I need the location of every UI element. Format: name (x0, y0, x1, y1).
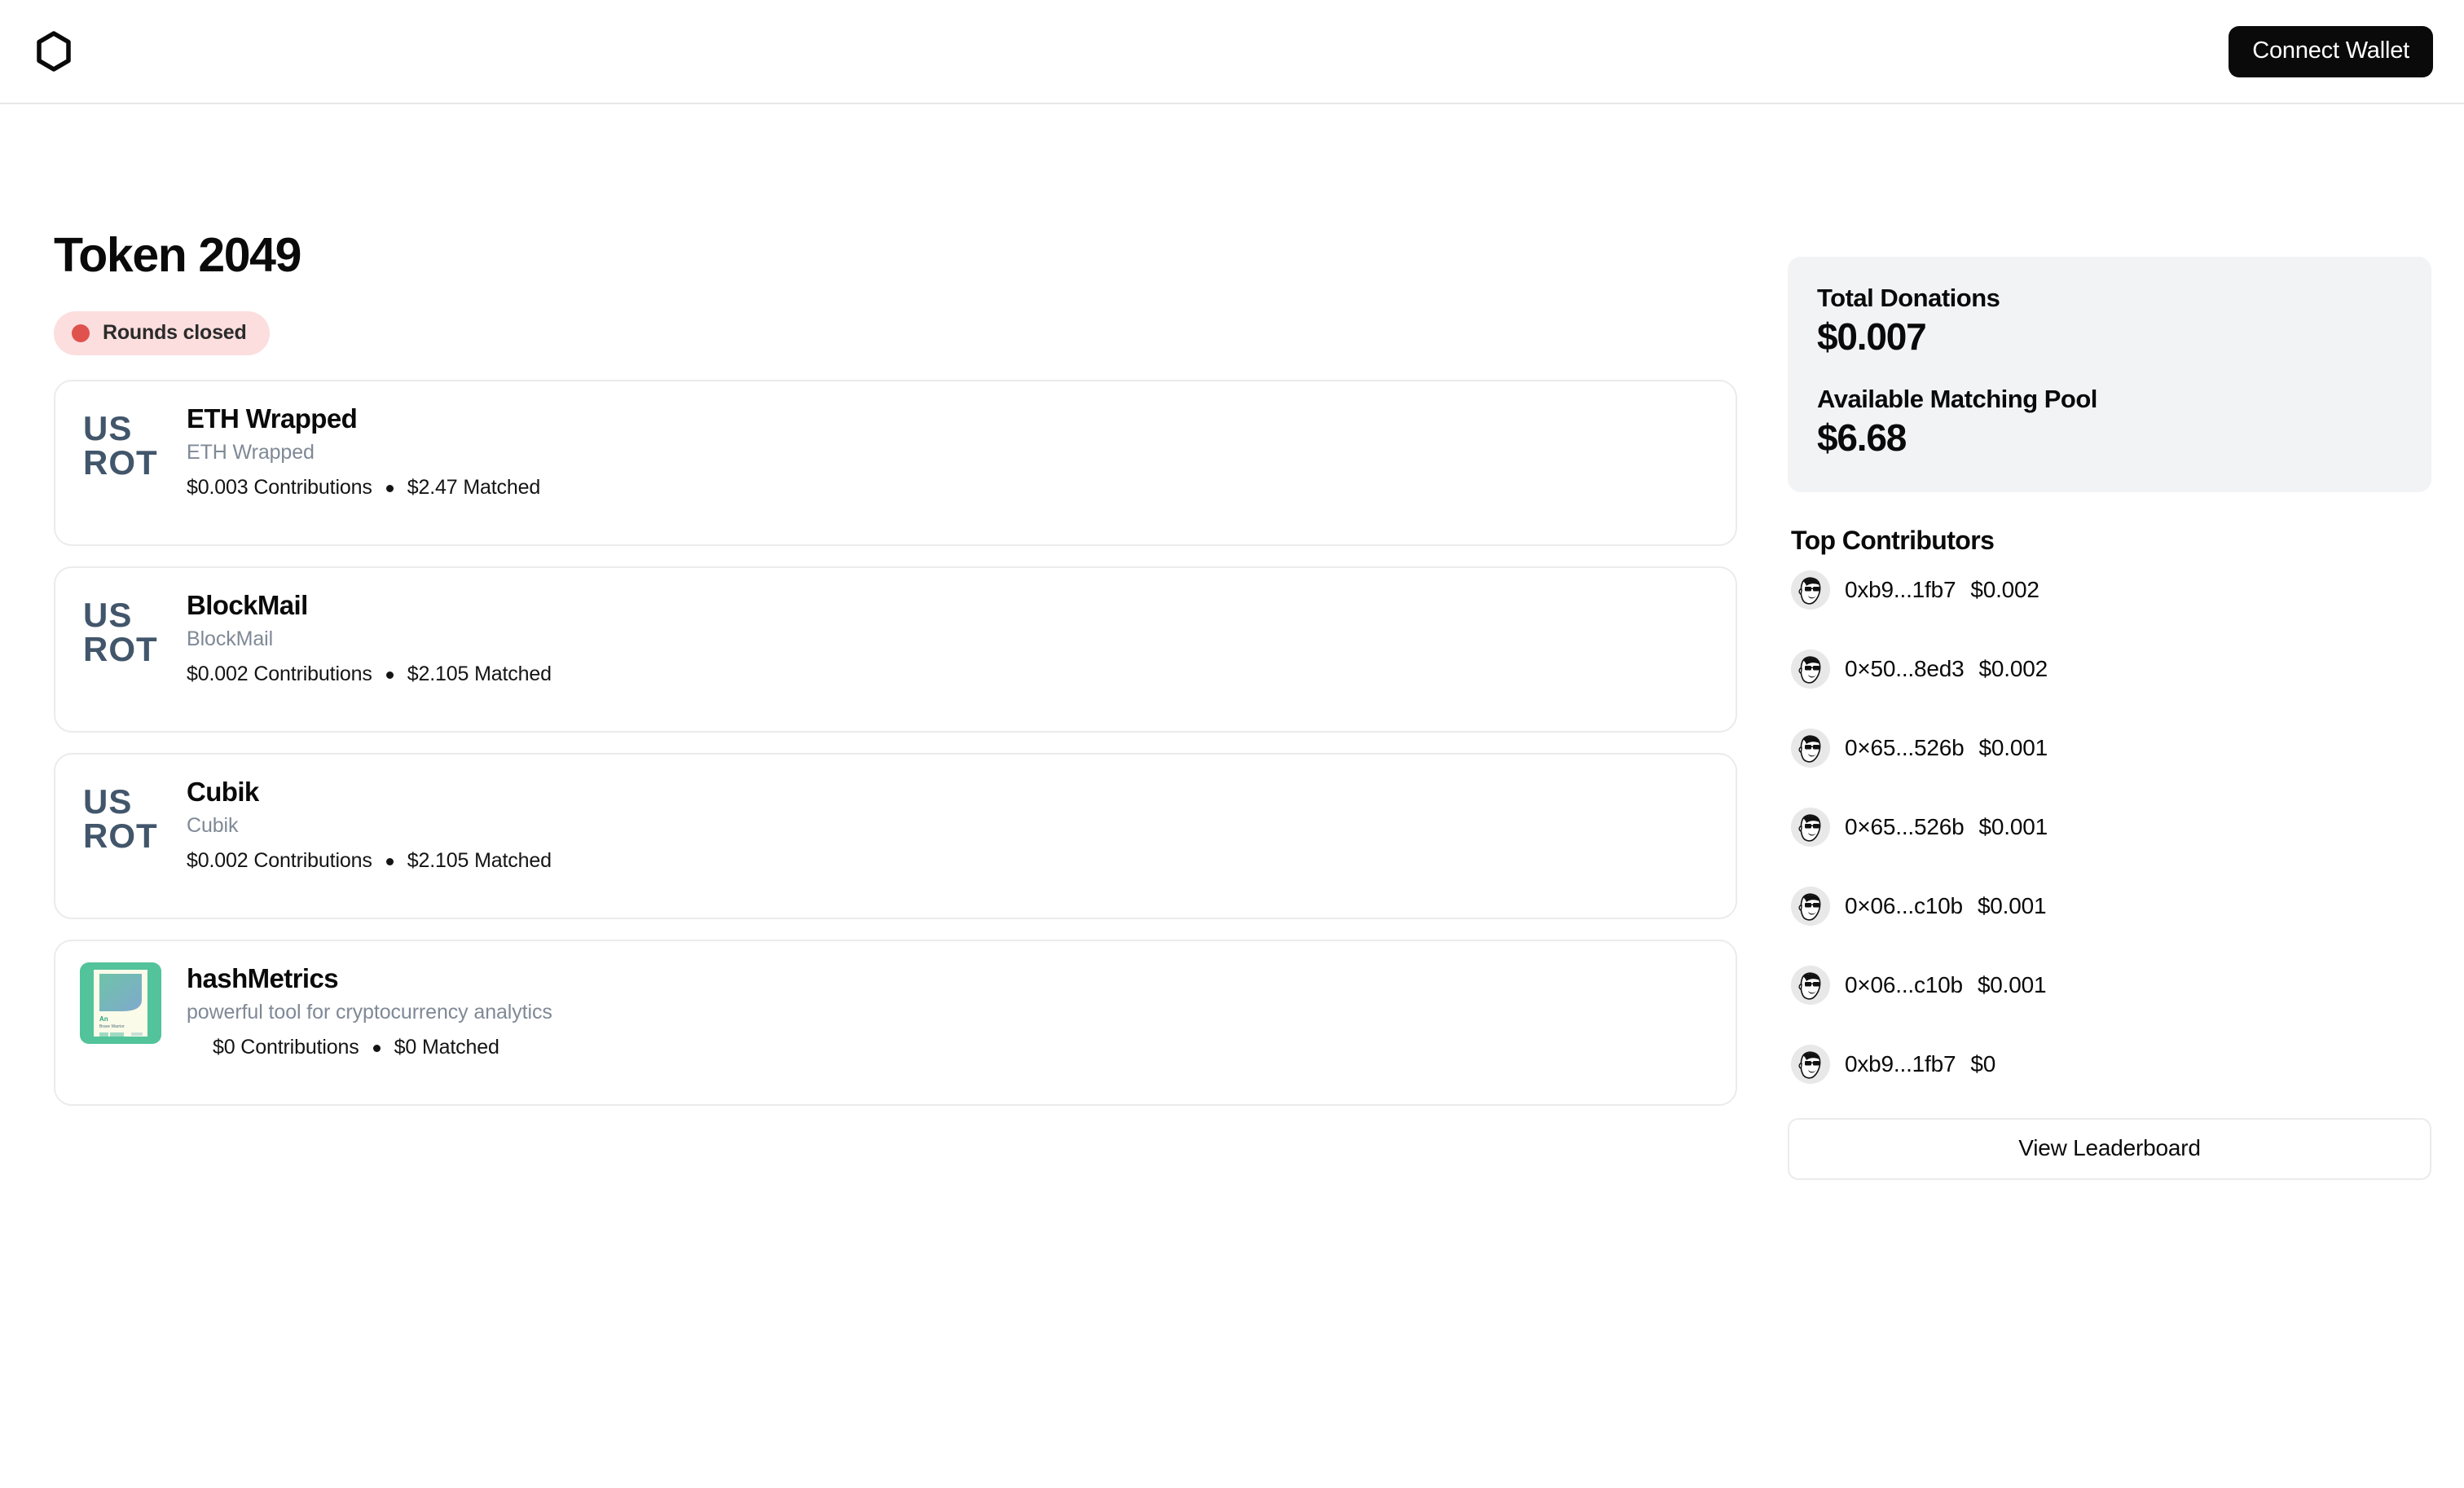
contributor-amount: $0 (1970, 1050, 1996, 1076)
contributor-address: 0xb9...1fb7 (1845, 576, 1956, 602)
contributor-row[interactable]: 0×06...c10b $0.001 (1788, 886, 2431, 927)
project-logo-usrot: US ROT (80, 403, 161, 484)
contributor-address: 0×06...c10b (1845, 971, 1963, 997)
stat-label: Total Donations (1817, 284, 2000, 312)
svg-text:US: US (83, 782, 132, 821)
project-card[interactable]: US ROT ETH Wrapped ETH Wrapped $0.003 Co… (54, 380, 1737, 546)
contributor-amount: $0.002 (1978, 655, 2048, 681)
app-logo[interactable] (36, 31, 72, 72)
project-stats: $0 Contributions $0 Matched (187, 1037, 552, 1059)
stat-label: Available Matching Pool (1817, 384, 2097, 413)
svg-text:An: An (99, 1015, 108, 1023)
project-card[interactable]: An Brave Warrior hashMetrics powerful to… (54, 940, 1737, 1106)
project-info: hashMetrics powerful tool for cryptocurr… (187, 962, 552, 1059)
svg-text:Brave Warrior: Brave Warrior (99, 1024, 125, 1029)
contributor-row[interactable]: 0×50...8ed3 $0.002 (1788, 649, 2431, 689)
avatar-icon (1791, 965, 1830, 1005)
project-contributions: $0.003 Contributions (187, 476, 372, 500)
view-leaderboard-button[interactable]: View Leaderboard (1788, 1117, 2431, 1180)
dot-separator-icon (385, 484, 394, 492)
contributor-row[interactable]: 0×65...526b $0.001 (1788, 807, 2431, 847)
status-dot-icon (72, 324, 90, 342)
project-description: Cubik (187, 813, 239, 837)
sidebar: Total Donations $0.007 Available Matchin… (1788, 104, 2431, 1180)
project-name: hashMetrics (187, 963, 339, 993)
project-contributions: $0.002 Contributions (187, 849, 372, 873)
contributor-amount: $0.001 (1978, 813, 2048, 839)
svg-text:ROT: ROT (83, 630, 158, 668)
contributor-amount: $0.001 (1977, 892, 2047, 918)
status-badge-label: Rounds closed (103, 321, 247, 344)
avatar-icon (1791, 570, 1830, 610)
contributor-address: 0×06...c10b (1845, 892, 1963, 918)
avatar-icon (1791, 1044, 1830, 1084)
project-info: Cubik Cubik $0.002 Contributions $2.105 … (187, 776, 552, 873)
project-list: US ROT ETH Wrapped ETH Wrapped $0.003 Co… (54, 380, 1737, 1106)
contributor-row[interactable]: 0×65...526b $0.001 (1788, 728, 2431, 768)
contributor-row[interactable]: 0×06...c10b $0.001 (1788, 965, 2431, 1006)
contributor-amount: $0.001 (1977, 971, 2047, 997)
project-matched: $2.105 Matched (407, 663, 552, 686)
project-info: BlockMail BlockMail $0.002 Contributions… (187, 589, 552, 686)
stats-panel: Total Donations $0.007 Available Matchin… (1788, 257, 2431, 492)
svg-text:US: US (83, 409, 132, 447)
project-logo-usrot: US ROT (80, 589, 161, 671)
project-card[interactable]: US ROT Cubik Cubik $0.002 Contributions … (54, 753, 1737, 919)
status-badge: Rounds closed (54, 311, 270, 355)
avatar-icon (1791, 807, 1830, 847)
stat-available-matching-pool: Available Matching Pool $6.68 (1817, 385, 2402, 460)
contributor-address: 0×65...526b (1845, 813, 1965, 839)
stat-value: $6.68 (1817, 416, 1907, 460)
contributor-row[interactable]: 0xb9...1fb7 $0 (1788, 1044, 2431, 1085)
avatar-icon (1791, 649, 1830, 689)
project-info: ETH Wrapped ETH Wrapped $0.003 Contribut… (187, 403, 540, 500)
svg-text:ROT: ROT (83, 817, 158, 855)
page-body: Token 2049 Rounds closed US ROT ETH Wrap… (0, 104, 2464, 1180)
top-contributors-list: 0xb9...1fb7 $0.002 0×50...8ed3 $0.002 0×… (1788, 570, 2431, 1085)
top-contributors-heading: Top Contributors (1791, 525, 1995, 555)
project-name: BlockMail (187, 590, 308, 620)
contributor-address: 0×65...526b (1845, 734, 1965, 760)
project-logo-poster: An Brave Warrior (80, 962, 161, 1044)
project-stats: $0.002 Contributions $2.105 Matched (187, 850, 552, 873)
app-header: Connect Wallet (0, 0, 2464, 104)
project-matched: $2.47 Matched (407, 476, 541, 500)
svg-text:US: US (83, 596, 132, 634)
page-title: Token 2049 (54, 228, 301, 282)
project-stats: $0.003 Contributions $2.47 Matched (187, 477, 540, 500)
dot-separator-icon (372, 1044, 381, 1052)
project-description: BlockMail (187, 627, 274, 650)
project-name: Cubik (187, 777, 259, 807)
project-matched: $0 Matched (394, 1036, 499, 1059)
dot-separator-icon (385, 857, 394, 865)
project-card[interactable]: US ROT BlockMail BlockMail $0.002 Contri… (54, 566, 1737, 733)
project-stats: $0.002 Contributions $2.105 Matched (187, 663, 552, 686)
stat-value: $0.007 (1817, 315, 1927, 359)
dot-separator-icon (385, 671, 394, 679)
contributor-address: 0×50...8ed3 (1845, 655, 1965, 681)
project-description: powerful tool for cryptocurrency analyti… (187, 1000, 552, 1024)
stat-total-donations: Total Donations $0.007 (1817, 284, 2402, 359)
project-logo-usrot: US ROT (80, 776, 161, 857)
contributor-amount: $0.002 (1970, 576, 2039, 602)
hexagon-icon (37, 31, 71, 72)
project-description: ETH Wrapped (187, 440, 315, 464)
main-column: Token 2049 Rounds closed US ROT ETH Wrap… (0, 104, 1737, 1126)
svg-text:ROT: ROT (83, 443, 158, 482)
contributor-amount: $0.001 (1978, 734, 2048, 760)
project-contributions: $0.002 Contributions (187, 663, 372, 686)
project-matched: $2.105 Matched (407, 849, 552, 873)
contributor-address: 0xb9...1fb7 (1845, 1050, 1956, 1076)
project-contributions: $0 Contributions (213, 1036, 359, 1059)
connect-wallet-button[interactable]: Connect Wallet (2229, 25, 2433, 77)
project-name: ETH Wrapped (187, 403, 358, 434)
avatar-icon (1791, 886, 1830, 926)
contributor-row[interactable]: 0xb9...1fb7 $0.002 (1788, 570, 2431, 610)
avatar-icon (1791, 728, 1830, 768)
